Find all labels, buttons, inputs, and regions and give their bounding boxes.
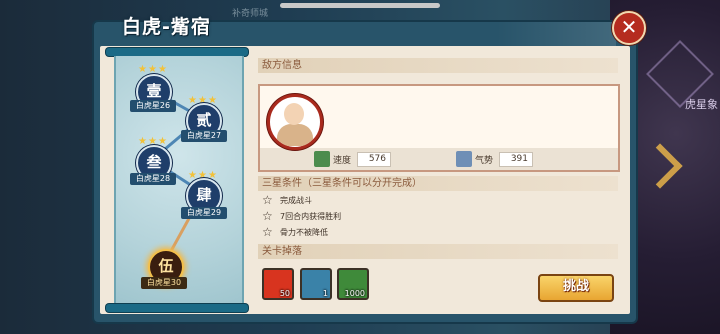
- condition-text: 完成战斗: [280, 195, 312, 205]
- drop-quantity: 1: [322, 289, 328, 298]
- robe: [277, 124, 313, 146]
- stat-momentum: 气势 391: [456, 151, 534, 167]
- condition-item: ☆ 骨力不被降低: [262, 225, 328, 239]
- drop-quantity: 50: [279, 289, 290, 298]
- monk-face: [284, 103, 304, 125]
- stat-value: 576: [357, 151, 392, 167]
- three-star-heading: 三星条件（三星条件可以分开完成）: [258, 176, 618, 191]
- star-outline-icon: ☆: [262, 225, 273, 239]
- stage-label: 白虎星28: [130, 173, 176, 185]
- stat-name: 速度: [333, 155, 352, 166]
- stage-label: 白虎星27: [181, 130, 227, 142]
- star-outline-icon: ☆: [262, 209, 273, 223]
- speed-icon: [314, 151, 330, 167]
- blue-orb-icon[interactable]: 1: [300, 268, 332, 300]
- drops-heading: 关卡掉落: [258, 244, 618, 259]
- enemy-info-heading: 敌方信息: [258, 58, 618, 73]
- stat-name: 气势: [475, 155, 494, 166]
- condition-text: 骨力不被降低: [280, 227, 328, 237]
- stage-label: 白虎星29: [181, 207, 227, 219]
- stat-speed: 速度 576: [314, 151, 392, 167]
- stage-label: 白虎星30: [141, 277, 187, 289]
- enemy-portrait[interactable]: [267, 94, 323, 150]
- green-coin-icon[interactable]: 1000: [337, 268, 369, 300]
- stat-value: 391: [499, 151, 534, 167]
- challenge-button[interactable]: 挑战: [538, 274, 614, 302]
- condition-item: ☆ 完成战斗: [262, 193, 312, 207]
- momentum-icon: [456, 151, 472, 167]
- star-outline-icon: ☆: [262, 193, 273, 207]
- condition-item: ☆ 7回合内获得胜利: [262, 209, 341, 223]
- drop-quantity: 1000: [344, 289, 365, 298]
- condition-text: 7回合内获得胜利: [280, 211, 342, 221]
- gold-ingot-icon[interactable]: 50: [262, 268, 294, 300]
- stage-label: 白虎星26: [130, 100, 176, 112]
